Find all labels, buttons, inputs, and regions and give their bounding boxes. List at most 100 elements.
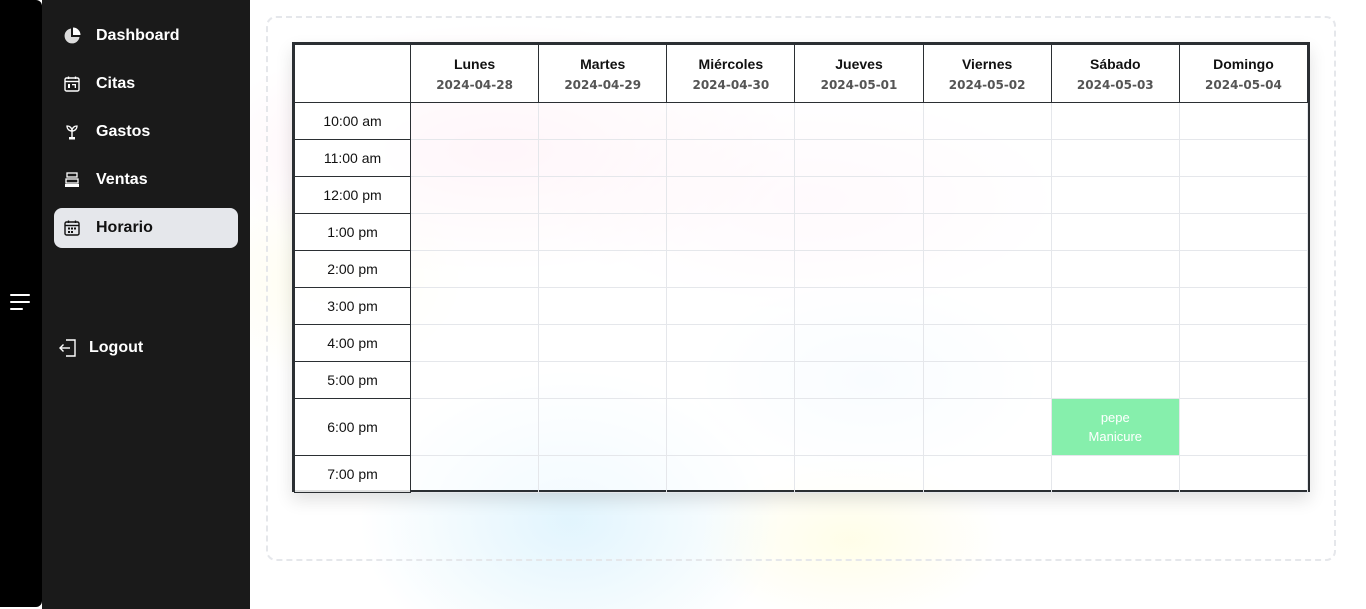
cash-register-icon: [62, 170, 82, 190]
schedule-slot[interactable]: [922, 398, 1052, 456]
schedule-slot[interactable]: [794, 176, 924, 214]
sidebar-item-horario[interactable]: Horario: [54, 208, 238, 248]
schedule-slot[interactable]: [538, 361, 668, 399]
schedule-slot[interactable]: [409, 139, 540, 177]
schedule-slot[interactable]: [538, 213, 668, 251]
schedule-slot[interactable]: [409, 361, 540, 399]
schedule-slot[interactable]: [538, 287, 668, 325]
schedule-slot[interactable]: [1178, 250, 1309, 288]
schedule-body: 10:00 am 11:00 am 12:00 pm 1:00 pm 2:00 pm 3:…: [294, 102, 1309, 493]
schedule-slot[interactable]: [922, 102, 1052, 140]
logout-icon: [58, 338, 78, 358]
schedule-slot[interactable]: [666, 213, 796, 251]
schedule-slot[interactable]: [666, 287, 796, 325]
time-label: 7:00 pm: [294, 455, 411, 493]
time-row: 3:00 pm: [294, 287, 1309, 325]
schedule-slot[interactable]: [1050, 361, 1180, 399]
schedule-slot[interactable]: [1178, 455, 1309, 493]
schedule-slot[interactable]: [666, 324, 796, 362]
schedule-slot[interactable]: [409, 398, 540, 456]
schedule-slot[interactable]: [409, 176, 540, 214]
schedule-slot[interactable]: [666, 250, 796, 288]
schedule-slot[interactable]: [538, 102, 668, 140]
appointment-service: Manicure: [1088, 429, 1142, 444]
sidebar: Dashboard Citas Gastos Ventas Horario Lo…: [42, 0, 250, 609]
schedule-slot[interactable]: [538, 176, 668, 214]
schedule-slot[interactable]: [1178, 102, 1309, 140]
schedule-slot[interactable]: [1050, 139, 1180, 177]
day-date: 2024-05-02: [948, 77, 1026, 92]
schedule-slot[interactable]: [794, 102, 924, 140]
logout-label: Logout: [89, 339, 144, 356]
schedule-slot[interactable]: [1178, 287, 1309, 325]
schedule-slot[interactable]: [538, 398, 668, 456]
schedule-slot[interactable]: [922, 287, 1052, 325]
appointment-client: pepe: [1100, 410, 1130, 425]
schedule-slot[interactable]: [666, 361, 796, 399]
schedule-slot[interactable]: [794, 213, 924, 251]
schedule-slot[interactable]: [1178, 139, 1309, 177]
menu-toggle-icon[interactable]: [10, 294, 32, 314]
schedule-slot[interactable]: [666, 176, 796, 214]
schedule-slot[interactable]: [794, 287, 924, 325]
schedule-slot[interactable]: [538, 324, 668, 362]
schedule-slot[interactable]: [1178, 324, 1309, 362]
schedule-slot[interactable]: [1050, 176, 1180, 214]
schedule-slot[interactable]: [538, 250, 668, 288]
schedule-slot[interactable]: [1050, 213, 1180, 251]
schedule-slot[interactable]: [409, 287, 540, 325]
schedule-slot[interactable]: [922, 324, 1052, 362]
schedule-slot[interactable]: [922, 250, 1052, 288]
schedule-slot[interactable]: [1050, 287, 1180, 325]
schedule-slot[interactable]: [1050, 102, 1180, 140]
schedule-slot[interactable]: [1178, 398, 1309, 456]
schedule-slot[interactable]: [409, 250, 540, 288]
time-label: 3:00 pm: [294, 287, 411, 325]
schedule-slot[interactable]: [794, 398, 924, 456]
day-name: Sábado: [1089, 55, 1141, 72]
day-date: 2024-05-03: [1076, 77, 1154, 92]
schedule-slot[interactable]: [922, 361, 1052, 399]
schedule-slot[interactable]: [1178, 176, 1309, 214]
schedule-slot[interactable]: [1178, 213, 1309, 251]
schedule-slot[interactable]: [1050, 324, 1180, 362]
main-content: Lunes 2024-04-28 Martes 2024-04-29 Miércoles…: [250, 0, 1366, 609]
schedule-slot[interactable]: [409, 102, 540, 140]
schedule-slot[interactable]: [666, 455, 796, 493]
sidebar-item-gastos[interactable]: Gastos: [54, 112, 238, 152]
time-row: 4:00 pm: [294, 324, 1309, 362]
sidebar-item-citas[interactable]: Citas: [54, 64, 238, 104]
time-row: 6:00 pm pepe Manicure: [294, 398, 1309, 456]
schedule-slot[interactable]: [1178, 361, 1309, 399]
schedule-slot[interactable]: [794, 250, 924, 288]
schedule-slot[interactable]: [794, 324, 924, 362]
schedule-slot[interactable]: [794, 455, 924, 493]
time-label: 4:00 pm: [294, 324, 411, 362]
schedule-slot[interactable]: [538, 455, 668, 493]
schedule-slot[interactable]: [409, 324, 540, 362]
schedule-slot[interactable]: [666, 139, 796, 177]
day-header: Domingo 2024-05-04: [1178, 44, 1309, 103]
schedule-slot[interactable]: [922, 139, 1052, 177]
schedule-slot[interactable]: [666, 102, 796, 140]
weekly-schedule: Lunes 2024-04-28 Martes 2024-04-29 Miércoles…: [292, 42, 1310, 493]
day-date: 2024-04-28: [436, 77, 513, 92]
logout-button[interactable]: Logout: [54, 328, 238, 368]
calendar-icon: [62, 74, 82, 94]
schedule-slot[interactable]: [794, 361, 924, 399]
schedule-slot[interactable]: [409, 455, 540, 493]
schedule-slot[interactable]: [922, 455, 1052, 493]
sidebar-item-label: Horario: [96, 219, 153, 236]
schedule-slot[interactable]: [922, 213, 1052, 251]
schedule-slot[interactable]: [794, 139, 924, 177]
sidebar-item-ventas[interactable]: Ventas: [54, 160, 238, 200]
appointment-block[interactable]: pepe Manicure: [1050, 398, 1180, 456]
sidebar-item-dashboard[interactable]: Dashboard: [54, 16, 238, 56]
schedule-slot[interactable]: [1050, 250, 1180, 288]
schedule-slot[interactable]: [538, 139, 668, 177]
schedule-slot[interactable]: [922, 176, 1052, 214]
schedule-slot[interactable]: [409, 213, 540, 251]
day-date: 2024-04-29: [564, 77, 642, 92]
schedule-slot[interactable]: [666, 398, 796, 456]
schedule-slot[interactable]: [1050, 455, 1180, 493]
